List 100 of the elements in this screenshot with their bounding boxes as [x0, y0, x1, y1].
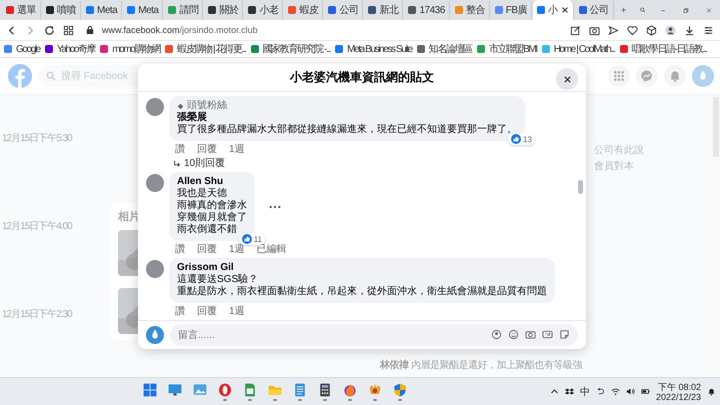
close-icon[interactable] — [562, 74, 572, 84]
comment-text: 買了很多種品牌漏水大部都從接縫線漏進來，現在已經不知道要買那一牌了。 — [177, 124, 517, 136]
replies-link[interactable]: 10則回覆 — [184, 157, 226, 170]
comment-author[interactable]: Allen Shu — [177, 176, 224, 188]
comment-action[interactable]: 回覆 — [197, 244, 217, 256]
browser-tab[interactable]: Meta — [123, 1, 164, 19]
comment-author[interactable]: 張榮展 — [177, 112, 207, 124]
bookmark[interactable]: 市立聯盟BMI — [476, 42, 537, 56]
reload-icon[interactable] — [44, 24, 55, 36]
comment-text: 這還要送SGS驗？ — [177, 274, 258, 286]
browser-tab[interactable]: 選單 — [2, 1, 41, 19]
browser-tab[interactable]: 蝦皮 — [284, 1, 324, 19]
avatar[interactable] — [146, 260, 164, 278]
browser-tab[interactable]: 公司 — [324, 1, 364, 19]
browser-tab[interactable]: FB廣 — [490, 1, 532, 19]
close-icon[interactable] — [560, 6, 569, 14]
comment-action[interactable]: 回覆 — [197, 144, 217, 156]
more-icon[interactable] — [269, 204, 281, 208]
settings-icon[interactable] — [703, 24, 714, 36]
avatar[interactable] — [146, 326, 164, 344]
search-icon[interactable] — [640, 5, 646, 15]
bookmark[interactable]: momo購物網 — [100, 42, 160, 56]
lock-icon — [86, 25, 94, 35]
comment-author[interactable]: Grissom Gil — [177, 262, 234, 274]
browser-tab[interactable]: 整合 — [450, 1, 490, 19]
edit-icon[interactable] — [570, 24, 581, 36]
comment-action[interactable]: 讚 — [175, 144, 185, 156]
reaction-count[interactable]: 11 — [238, 233, 265, 245]
clock-time[interactable]: 下午 08:02 — [658, 382, 702, 392]
start-icon[interactable] — [142, 382, 158, 398]
address-field[interactable]: www.facebook.com/jorsindo.motor.club — [82, 22, 562, 38]
comment-action[interactable]: 回覆 — [197, 306, 217, 318]
comment-action[interactable]: 讚 — [175, 244, 185, 256]
browser-tab[interactable]: 噴噴 — [42, 1, 81, 19]
bookmark[interactable]: Meta Business Suite — [335, 44, 412, 54]
send-icon[interactable] — [608, 24, 619, 36]
avatar[interactable] — [146, 98, 164, 116]
download-icon[interactable] — [684, 24, 695, 36]
chevron-up-icon[interactable] — [550, 387, 559, 396]
camera-icon[interactable] — [589, 24, 600, 36]
wifi-icon[interactable] — [610, 387, 620, 396]
heart-icon[interactable] — [627, 24, 638, 36]
search-icon — [46, 71, 56, 81]
like-icon — [511, 134, 522, 144]
opera-icon[interactable] — [216, 382, 233, 398]
comment-text: 雨褲真的會滲水 — [177, 200, 247, 212]
post-text: 會員對本 — [594, 160, 635, 173]
back-icon[interactable] — [6, 24, 17, 36]
grid-icon[interactable] — [63, 24, 74, 36]
bookmark[interactable]: Yahoo奇摩 — [44, 42, 96, 56]
emoji-icon[interactable] — [508, 329, 519, 340]
browser-tab[interactable]: 公司 — [574, 1, 614, 19]
browser-tab[interactable]: 新北 — [364, 1, 404, 19]
comment-text: 我也是天德 — [177, 188, 227, 200]
comment-action[interactable]: 讚 — [175, 306, 185, 318]
scrollbar-thumb[interactable] — [578, 180, 583, 194]
comment-action: 1週 — [229, 144, 245, 156]
comment-text: 雨衣倒還不錯 — [177, 224, 237, 236]
comment-text: 林依禕 內層是聚酯是還好，加上聚酯也有等級強 — [380, 359, 582, 372]
comment-text: 重點是防水，雨衣裡面黏衛生紙，吊起來，從外面沖水，衛生紙會濕就是品質有問題 — [177, 286, 547, 298]
input-method[interactable]: 中 — [580, 384, 590, 398]
avatar[interactable] — [146, 174, 164, 192]
comment-field[interactable]: 留言...... — [170, 324, 578, 346]
bookmark[interactable]: 國家教育研究院 -... — [250, 42, 330, 56]
undo-icon[interactable] — [596, 387, 605, 396]
reaction-count[interactable]: 13 — [508, 133, 535, 145]
new-tab-icon[interactable] — [620, 5, 626, 15]
profile-icon[interactable] — [665, 24, 676, 36]
bookmark[interactable]: Google — [4, 44, 40, 54]
clock-date[interactable]: 2022/12/23 — [656, 392, 702, 402]
sticker-icon[interactable] — [559, 329, 570, 340]
cube-icon[interactable] — [646, 24, 657, 36]
bookmark[interactable]: 蝦皮購物 | 花得更... — [165, 42, 246, 56]
battery-icon[interactable] — [640, 387, 650, 396]
bookmark[interactable]: 知名論壇區 — [416, 42, 472, 56]
avatar-sticker-icon[interactable] — [491, 329, 502, 340]
browser-tab[interactable]: 請問 — [164, 1, 204, 19]
post-text: 公司有此說 — [594, 144, 645, 157]
shield-icon[interactable] — [392, 382, 408, 398]
timestamp: 12月15日下午4:00 — [2, 220, 74, 233]
photos-icon[interactable] — [192, 382, 208, 398]
desktop-icon[interactable] — [166, 382, 183, 398]
browser-tab[interactable]: 小老 — [244, 1, 284, 19]
comment-action: 已編輯 — [256, 244, 287, 256]
bell-icon[interactable] — [707, 387, 716, 396]
browser-tab[interactable]: 小 — [533, 0, 574, 20]
reply-arrow-icon — [173, 160, 181, 168]
timestamp: 12月15日下午2:30 — [2, 308, 74, 321]
browser-tab[interactable]: Meta — [82, 1, 122, 19]
gif-icon[interactable] — [542, 329, 553, 340]
bookmark[interactable]: 唱歌學日語-日語教... — [620, 42, 706, 56]
timestamp: 12月15日下午5:30 — [2, 132, 74, 145]
comment-action: 1週 — [229, 244, 245, 256]
browser-tab[interactable]: 17436 — [404, 1, 450, 19]
speaker-icon[interactable] — [626, 387, 635, 396]
browser-tab[interactable]: 關於 — [204, 1, 244, 19]
like-icon — [242, 234, 252, 244]
close-button[interactable] — [556, 68, 578, 90]
dialog-title: 小老婆汽機車資訊網的貼文 — [290, 69, 434, 86]
bookmark[interactable]: Home | CoolMath... — [542, 44, 614, 54]
